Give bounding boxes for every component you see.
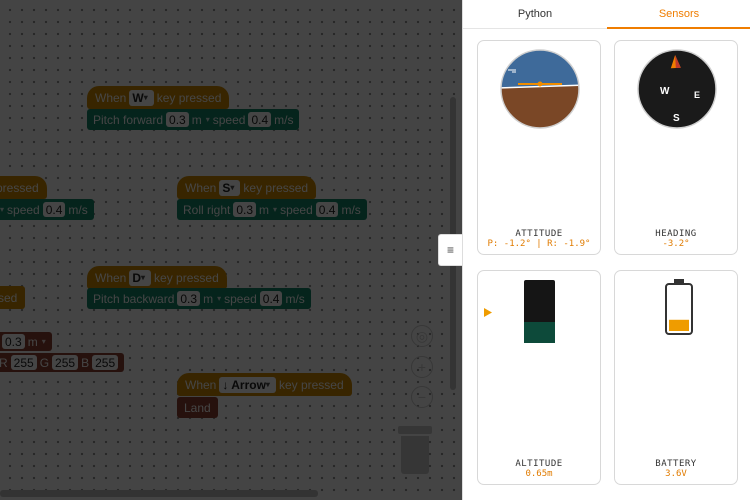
tab-python[interactable]: Python: [463, 0, 607, 28]
heading-value: -3.2°: [662, 239, 690, 249]
unit-dropdown-icon[interactable]: ▾: [217, 294, 221, 303]
block-text: speed: [7, 202, 40, 217]
distance-input[interactable]: 0.3: [233, 202, 257, 217]
horizontal-scrollbar[interactable]: [0, 490, 318, 497]
heading-card: W E S HEADING -3.2°: [614, 40, 738, 255]
altitude-label: ALTITUDE: [515, 459, 563, 469]
zoom-out-icon[interactable]: −: [411, 386, 433, 408]
block-text: When: [185, 377, 217, 392]
block-text: Land: [184, 400, 211, 415]
block-text: key pressed: [154, 270, 219, 285]
unit-label: m/s: [341, 202, 361, 217]
distance-input[interactable]: 0.3: [166, 112, 189, 127]
unit-dropdown-icon[interactable]: ▾: [0, 205, 4, 214]
pitch-forward-block[interactable]: Pitch forward 0.3 m ▾ speed 0.4 m/s: [87, 109, 300, 130]
key-selector[interactable]: ↓ Arrow ▾: [219, 376, 276, 393]
block-text: pressed: [0, 180, 39, 195]
compass: W E S: [637, 49, 717, 129]
block-text: When: [185, 180, 217, 195]
distance-input[interactable]: 0.3: [177, 291, 201, 306]
pitch-backward-block[interactable]: Pitch backward 0.3 m ▾ speed 0.4 m/s: [87, 288, 311, 309]
block-text: Roll right: [183, 202, 231, 217]
battery-card: BATTERY 3.6V: [614, 270, 738, 485]
tab-sensors[interactable]: Sensors: [607, 0, 750, 29]
event-block-partial[interactable]: sed: [0, 286, 26, 309]
blue-label: B: [81, 355, 90, 370]
altitude-card: ALTITUDE 0.65m: [477, 270, 601, 485]
block-text: When: [95, 270, 127, 285]
speed-input[interactable]: 0.4: [315, 202, 339, 217]
battery-label: BATTERY: [655, 459, 697, 469]
green-input[interactable]: 255: [52, 355, 79, 370]
altitude-gauge: [484, 280, 555, 343]
zoom-in-icon[interactable]: +: [411, 356, 433, 378]
heading-label: HEADING: [655, 229, 697, 239]
distance-input[interactable]: 0.3: [2, 334, 25, 349]
move-block-partial[interactable]: ▾ speed 0.4 m/s: [0, 199, 94, 220]
block-workspace[interactable]: When W ▾ key pressed Pitch forward 0.3 m ▾…: [0, 0, 462, 500]
unit-dropdown-icon[interactable]: ▾: [273, 205, 277, 214]
compass-south-label: S: [673, 113, 680, 124]
panel-toggle-handle[interactable]: ≡: [438, 234, 462, 266]
block-text: key pressed: [243, 180, 309, 195]
block-text: speed: [224, 291, 257, 306]
compass-west-label: W: [660, 86, 670, 97]
block-text: Pitch forward: [93, 112, 164, 127]
unit-label: m/s: [274, 112, 294, 127]
speed-input[interactable]: 0.4: [42, 202, 66, 217]
key-selector[interactable]: W ▾: [129, 89, 154, 106]
land-block[interactable]: Land: [177, 397, 218, 418]
altitude-value: 0.65m: [525, 469, 553, 479]
battery-icon: [665, 279, 693, 335]
block-text: speed: [212, 112, 246, 127]
unit-dropdown-icon[interactable]: ▾: [206, 115, 210, 124]
battery-value: 3.6V: [665, 469, 687, 479]
unit-label: m/s: [285, 291, 305, 306]
red-label: R: [0, 355, 8, 370]
unit-label: m: [191, 112, 202, 127]
unit-label: m: [27, 334, 38, 349]
sensors-panel: Python Sensors ATTITUDE P: -1.2° | R: -1…: [462, 0, 750, 500]
unit-label: m: [203, 291, 214, 306]
speed-input[interactable]: 0.4: [259, 291, 283, 306]
key-selector[interactable]: S ▾: [219, 179, 241, 196]
roll-right-block[interactable]: Roll right 0.3 m ▾ speed 0.4 m/s: [177, 199, 367, 220]
event-block-w[interactable]: When W ▾ key pressed: [87, 86, 230, 109]
key-selector[interactable]: D ▾: [129, 269, 152, 286]
led-color-block[interactable]: R 255 G 255 B 255: [0, 353, 125, 372]
recenter-icon[interactable]: ◎: [411, 325, 433, 347]
block-text: speed: [280, 202, 313, 217]
unit-dropdown-icon[interactable]: ▾: [42, 337, 46, 346]
blue-input[interactable]: 255: [92, 355, 119, 370]
compass-east-label: E: [694, 90, 700, 100]
block-text: key pressed: [278, 377, 344, 392]
event-block-d[interactable]: When D ▾ key pressed: [87, 266, 227, 289]
block-text: Pitch backward: [93, 291, 175, 306]
block-text: When: [95, 90, 127, 105]
event-block-a[interactable]: pressed: [0, 176, 47, 199]
distance-block-partial[interactable]: 0.3 m ▾: [0, 332, 52, 351]
block-text: key pressed: [156, 90, 222, 105]
event-block-s[interactable]: When S ▾ key pressed: [177, 176, 317, 199]
altitude-pointer-icon: [484, 308, 492, 317]
attitude-label: ATTITUDE: [515, 229, 563, 239]
attitude-indicator: [500, 49, 580, 129]
red-input[interactable]: 255: [10, 355, 37, 370]
green-label: G: [39, 355, 50, 370]
speed-input[interactable]: 0.4: [248, 112, 272, 127]
event-block-arrow[interactable]: When ↓ Arrow ▾ key pressed: [177, 373, 352, 396]
unit-label: m/s: [68, 202, 88, 217]
block-text: sed: [0, 290, 18, 305]
attitude-value: P: -1.2° | R: -1.9°: [487, 239, 591, 249]
attitude-card: ATTITUDE P: -1.2° | R: -1.9°: [477, 40, 601, 255]
panel-tabs: Python Sensors: [463, 0, 750, 29]
trash-icon[interactable]: [398, 426, 432, 474]
unit-label: m: [259, 202, 270, 217]
